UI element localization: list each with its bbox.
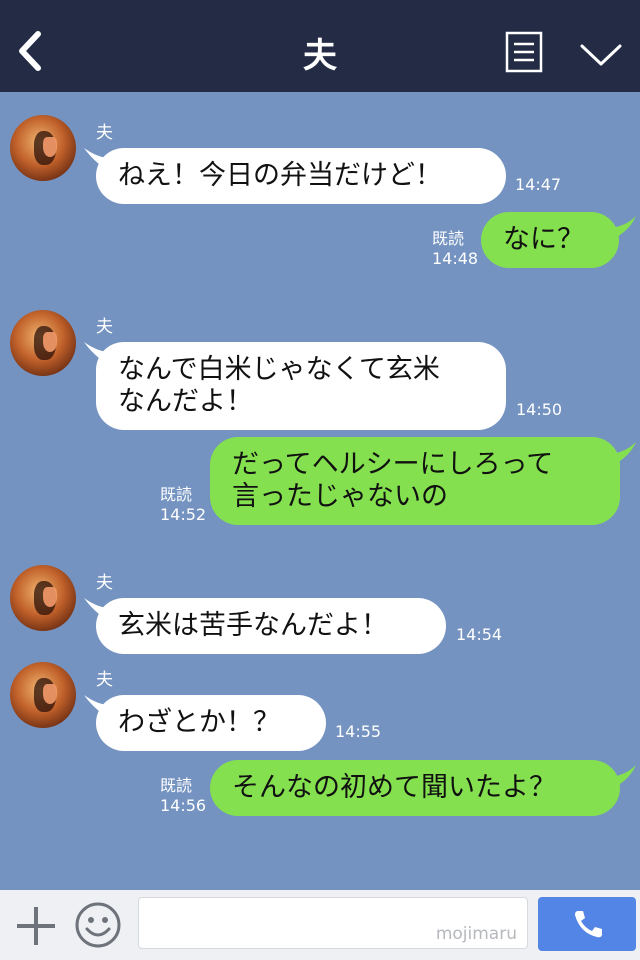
message-bubble[interactable]: なんで白米じゃなくて玄米 なんだよ！ [96, 342, 506, 430]
message-time: 14:47 [515, 175, 562, 194]
read-receipt: 既読 14:52 [160, 485, 207, 524]
message-bubble[interactable]: なに？ [481, 212, 619, 268]
sender-name: 夫 [96, 317, 113, 337]
message-input[interactable]: mojimaru [138, 897, 528, 949]
phone-icon [575, 911, 602, 938]
bubble-tail [606, 216, 636, 242]
call-button[interactable] [538, 897, 636, 951]
plus-icon[interactable] [14, 905, 58, 947]
message-bubble[interactable]: ねえ！今日の弁当だけど！ [96, 148, 506, 204]
message-bubble[interactable]: 玄米は苦手なんだよ！ [96, 598, 446, 654]
watermark: mojimaru [435, 924, 517, 944]
message-bubble[interactable]: わざとか！？ [96, 695, 326, 751]
avatar[interactable] [10, 310, 76, 376]
sender-name: 夫 [96, 573, 113, 593]
chevron-down-icon[interactable] [578, 38, 624, 70]
smiley-icon[interactable] [74, 901, 122, 949]
read-receipt: 既読 14:56 [160, 776, 207, 815]
chat-title: 夫 [303, 36, 337, 76]
message-time: 14:50 [516, 400, 563, 419]
message-time: 14:55 [335, 722, 382, 741]
sender-name: 夫 [96, 123, 113, 143]
message-time: 14:54 [456, 625, 503, 644]
avatar[interactable] [10, 565, 76, 631]
bubble-tail [606, 765, 636, 791]
notes-icon[interactable] [505, 31, 543, 73]
sender-name: 夫 [96, 670, 113, 690]
avatar[interactable] [10, 115, 76, 181]
chat-header: 夫 [0, 0, 640, 92]
read-receipt: 既読 14:48 [432, 229, 479, 268]
bubble-tail [606, 442, 636, 468]
message-bubble[interactable]: そんなの初めて聞いたよ？ [210, 760, 620, 816]
message-bubble[interactable]: だってヘルシーにしろって 言ったじゃないの [210, 437, 620, 525]
avatar[interactable] [10, 662, 76, 728]
